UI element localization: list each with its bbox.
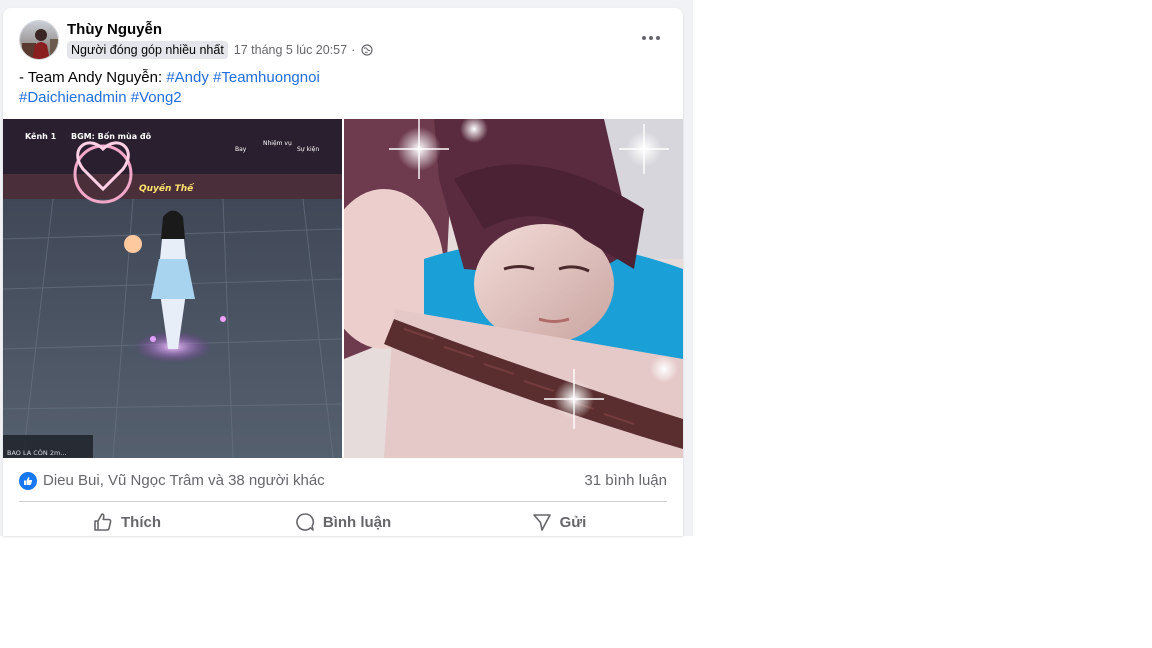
- meta-separator: ·: [351, 43, 356, 57]
- actions-divider: [19, 501, 667, 502]
- hud-channel: Kênh 1: [25, 131, 57, 141]
- post-header: Thùy Nguyễn Người đóng góp nhiều nhất 17…: [3, 8, 683, 68]
- photo-grid: Kênh 1 BGM: Bốn mùa đô Quyền Thế Bay Nhi…: [3, 119, 683, 458]
- comment-button[interactable]: Bình luận: [235, 505, 451, 536]
- contributor-badge[interactable]: Người đóng góp nhiều nhất: [67, 41, 228, 59]
- game-screenshot-image: Kênh 1 BGM: Bốn mùa đô Quyền Thế Bay Nhi…: [3, 119, 342, 458]
- post-meta: Người đóng góp nhiều nhất 17 tháng 5 lúc…: [67, 40, 373, 60]
- post-text-line-2: #Daichienadmin #Vong2: [19, 88, 667, 108]
- globe-icon[interactable]: [361, 44, 373, 56]
- thumbs-up-icon: [94, 513, 112, 531]
- more-dots-icon: [642, 36, 660, 40]
- like-label: Thích: [121, 513, 161, 531]
- hud-menu-events: Sự kiện: [297, 146, 319, 153]
- photo-selfie[interactable]: [344, 119, 683, 458]
- author-avatar[interactable]: [19, 20, 59, 60]
- post-text-line-1: - Team Andy Nguyễn: #Andy #Teamhuongnoi: [19, 68, 667, 88]
- reaction-summary[interactable]: Dieu Bui, Vũ Ngọc Trâm và 38 người khác: [43, 472, 325, 489]
- author-name[interactable]: Thùy Nguyễn: [67, 21, 162, 38]
- more-options-button[interactable]: [633, 24, 669, 52]
- comments-count[interactable]: 31 bình luận: [584, 472, 667, 489]
- avatar-image: [20, 21, 58, 59]
- comment-label: Bình luận: [322, 513, 392, 531]
- hud-menu-fly: Bay: [235, 146, 247, 153]
- post-card: Thùy Nguyễn Người đóng góp nhiều nhất 17…: [3, 8, 683, 536]
- hud-player-name: Quyền Thế: [139, 183, 195, 194]
- hud-bgm: BGM: Bốn mùa đô: [71, 131, 152, 141]
- post-text: - Team Andy Nguyễn: #Andy #Teamhuongnoi …: [19, 68, 667, 108]
- selfie-image: [344, 119, 683, 458]
- hashtag-teamhuongnoi[interactable]: #Teamhuongnoi: [213, 69, 320, 86]
- post-timestamp[interactable]: 17 tháng 5 lúc 20:57: [234, 43, 347, 57]
- reaction-bar: Dieu Bui, Vũ Ngọc Trâm và 38 người khác …: [19, 468, 667, 493]
- hashtag-daichienadmin[interactable]: #Daichienadmin: [19, 89, 127, 106]
- share-button[interactable]: Gửi: [451, 505, 667, 536]
- hud-bottom-text: BAO LA CÒN 2m...: [7, 448, 67, 457]
- photo-game-screenshot[interactable]: Kênh 1 BGM: Bốn mùa đô Quyền Thế Bay Nhi…: [3, 119, 342, 458]
- post-actions: Thích Bình luận Gửi: [19, 505, 667, 536]
- share-label: Gửi: [559, 513, 587, 531]
- hashtag-andy[interactable]: #Andy: [166, 69, 209, 86]
- hud-menu-quest: Nhiệm vụ: [263, 140, 292, 147]
- send-icon: [532, 514, 551, 531]
- like-button[interactable]: Thích: [19, 505, 235, 536]
- post-text-prefix: - Team Andy Nguyễn:: [19, 69, 167, 86]
- hashtag-vong2[interactable]: #Vong2: [131, 89, 182, 106]
- comment-bubble-icon: [296, 513, 314, 531]
- like-reaction-icon[interactable]: [19, 471, 37, 490]
